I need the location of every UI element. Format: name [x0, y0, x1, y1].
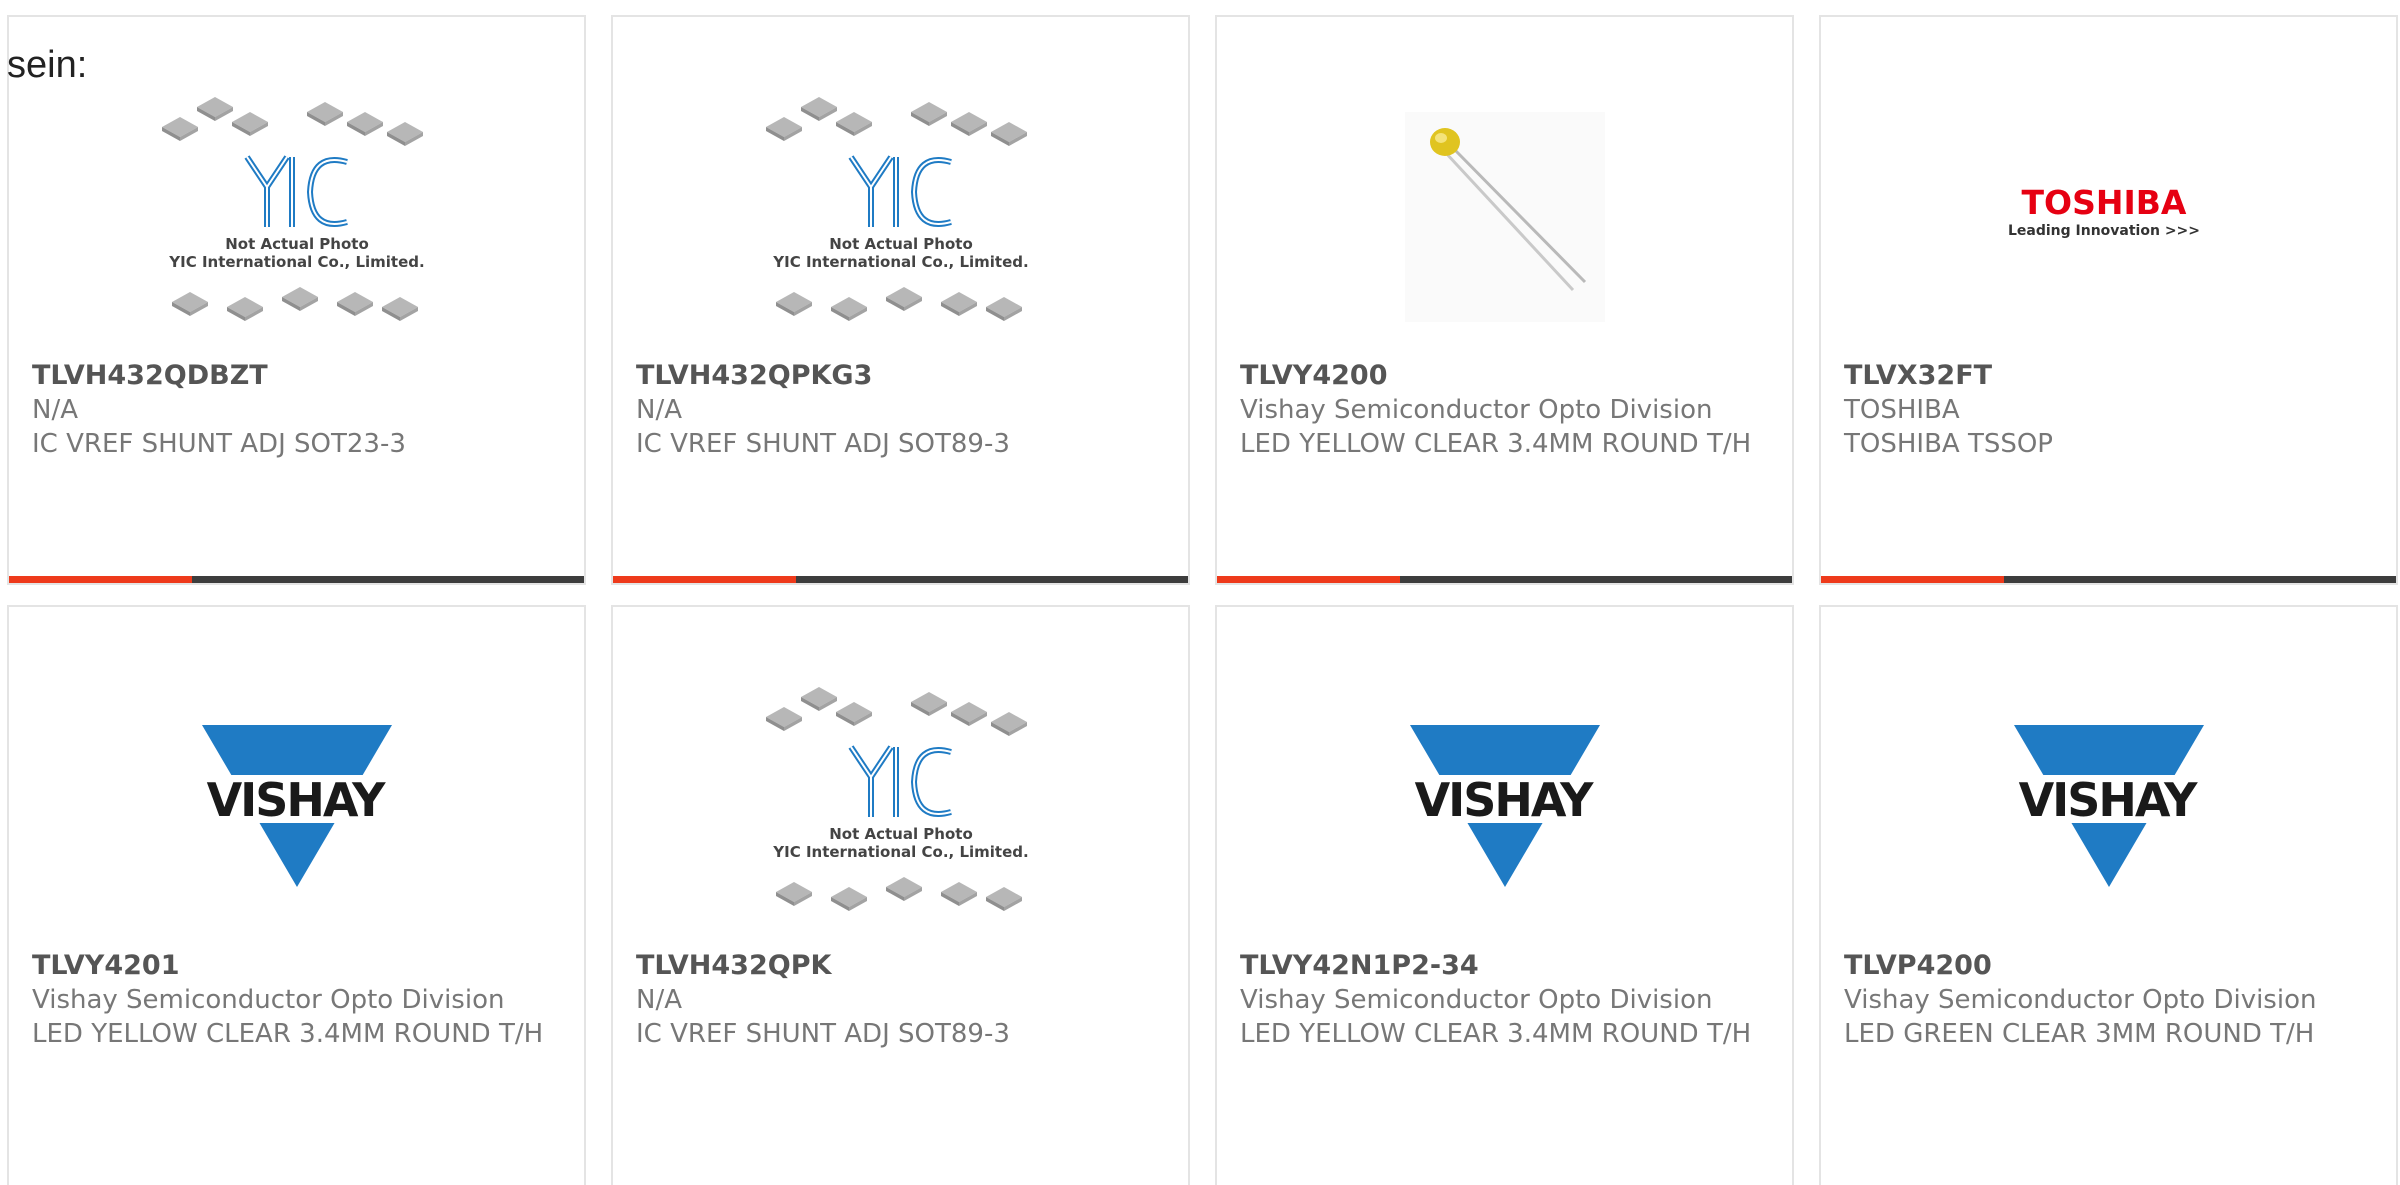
product-info: TLVY4200 Vishay Semiconductor Opto Divis… — [1240, 359, 1772, 461]
product-image[interactable]: Not Actual Photo YIC International Co., … — [613, 662, 1188, 952]
product-image[interactable]: TOSHIBA Leading Innovation >>> — [1821, 72, 2396, 362]
description: LED YELLOW CLEAR 3.4MM ROUND T/H — [1240, 1019, 1752, 1049]
manufacturer: N/A — [636, 985, 682, 1015]
product-info: TLVY42N1P2-34 Vishay Semiconductor Opto … — [1240, 949, 1772, 1051]
svg-text:VISHAY: VISHAY — [206, 773, 386, 827]
svg-text:Not Actual Photo: Not Actual Photo — [225, 235, 369, 253]
product-image[interactable] — [1217, 72, 1792, 362]
product-info: TLVH432QPKG3 N/A IC VREF SHUNT ADJ SOT89… — [636, 359, 1168, 461]
manufacturer: N/A — [32, 395, 78, 425]
card-bar-accent — [9, 576, 192, 583]
description: TOSHIBA TSSOP — [1844, 429, 2053, 459]
card-bar — [9, 576, 584, 583]
part-number[interactable]: TLVY4201 — [32, 949, 564, 983]
manufacturer: N/A — [636, 395, 682, 425]
card-bar — [613, 576, 1188, 583]
svg-text:Not Actual Photo: Not Actual Photo — [829, 825, 973, 843]
description: LED YELLOW CLEAR 3.4MM ROUND T/H — [1240, 429, 1752, 459]
svg-text:YIC International Co., Limited: YIC International Co., Limited. — [772, 253, 1028, 271]
description: LED YELLOW CLEAR 3.4MM ROUND T/H — [32, 1019, 544, 1049]
product-image[interactable]: VISHAY — [9, 662, 584, 952]
yic-placeholder-image: Not Actual Photo YIC International Co., … — [161, 97, 424, 321]
product-card[interactable]: VISHAY TLVY42N1P2-34 Vishay Semiconducto… — [1215, 605, 1794, 1185]
card-bar — [1821, 576, 2396, 583]
yic-placeholder-image: Not Actual Photo YIC International Co., … — [765, 97, 1028, 321]
product-image[interactable]: Not Actual Photo YIC International Co., … — [613, 72, 1188, 362]
manufacturer: Vishay Semiconductor Opto Division — [1240, 985, 1713, 1015]
svg-text:Not Actual Photo: Not Actual Photo — [829, 235, 973, 253]
description: LED GREEN CLEAR 3MM ROUND T/H — [1844, 1019, 2315, 1049]
product-card[interactable]: TLVY4200 Vishay Semiconductor Opto Divis… — [1215, 15, 1794, 585]
yic-placeholder-image: Not Actual Photo YIC International Co., … — [765, 687, 1028, 911]
card-bar-accent — [613, 576, 796, 583]
svg-text:VISHAY: VISHAY — [1414, 773, 1594, 827]
svg-text:TOSHIBA: TOSHIBA — [2021, 183, 2186, 222]
product-card[interactable]: Not Actual Photo YIC International Co., … — [7, 15, 586, 585]
product-image[interactable]: VISHAY — [1821, 662, 2396, 952]
part-number[interactable]: TLVY4200 — [1240, 359, 1772, 393]
part-number[interactable]: TLVH432QPKG3 — [636, 359, 1168, 393]
description: IC VREF SHUNT ADJ SOT23-3 — [32, 429, 406, 459]
product-image[interactable]: VISHAY — [1217, 662, 1792, 952]
product-card[interactable]: Not Actual Photo YIC International Co., … — [611, 15, 1190, 585]
manufacturer: Vishay Semiconductor Opto Division — [1240, 395, 1713, 425]
vishay-logo: VISHAY — [191, 725, 402, 887]
product-card[interactable]: VISHAY TLVP4200 Vishay Semiconductor Opt… — [1819, 605, 2398, 1185]
product-image[interactable]: Not Actual Photo YIC International Co., … — [9, 72, 584, 362]
part-number[interactable]: TLVY42N1P2-34 — [1240, 949, 1772, 983]
product-info: TLVH432QDBZT N/A IC VREF SHUNT ADJ SOT23… — [32, 359, 564, 461]
card-bar — [1217, 576, 1792, 583]
toshiba-logo: TOSHIBA Leading Innovation >>> — [2007, 183, 2199, 239]
product-info: TLVY4201 Vishay Semiconductor Opto Divis… — [32, 949, 564, 1051]
card-bar-accent — [1821, 576, 2004, 583]
description: IC VREF SHUNT ADJ SOT89-3 — [636, 429, 1010, 459]
led-yellow-photo — [1404, 112, 1605, 322]
product-info: TLVH432QPK N/A IC VREF SHUNT ADJ SOT89-3 — [636, 949, 1168, 1051]
vishay-logo: VISHAY — [1399, 725, 1610, 887]
vishay-logo: VISHAY — [2003, 725, 2214, 887]
svg-text:YIC International Co., Limited: YIC International Co., Limited. — [772, 843, 1028, 861]
product-card[interactable]: Not Actual Photo YIC International Co., … — [611, 605, 1190, 1185]
svg-text:Leading Innovation >>>: Leading Innovation >>> — [2007, 223, 2199, 239]
product-info: TLVP4200 Vishay Semiconductor Opto Divis… — [1844, 949, 2376, 1051]
part-number[interactable]: TLVH432QPK — [636, 949, 1168, 983]
manufacturer: Vishay Semiconductor Opto Division — [32, 985, 505, 1015]
card-bar-accent — [1217, 576, 1400, 583]
manufacturer: TOSHIBA — [1844, 395, 1960, 425]
part-number[interactable]: TLVP4200 — [1844, 949, 2376, 983]
lead-text: sein: — [7, 44, 88, 86]
product-card[interactable]: VISHAY TLVY4201 Vishay Semiconductor Opt… — [7, 605, 586, 1185]
svg-text:VISHAY: VISHAY — [2018, 773, 2198, 827]
part-number[interactable]: TLVX32FT — [1844, 359, 2376, 393]
product-info: TLVX32FT TOSHIBA TOSHIBA TSSOP — [1844, 359, 2376, 461]
product-card[interactable]: TOSHIBA Leading Innovation >>> TLVX32FT … — [1819, 15, 2398, 585]
part-number[interactable]: TLVH432QDBZT — [32, 359, 564, 393]
description: IC VREF SHUNT ADJ SOT89-3 — [636, 1019, 1010, 1049]
manufacturer: Vishay Semiconductor Opto Division — [1844, 985, 2317, 1015]
svg-text:YIC International Co., Limited: YIC International Co., Limited. — [168, 253, 424, 271]
